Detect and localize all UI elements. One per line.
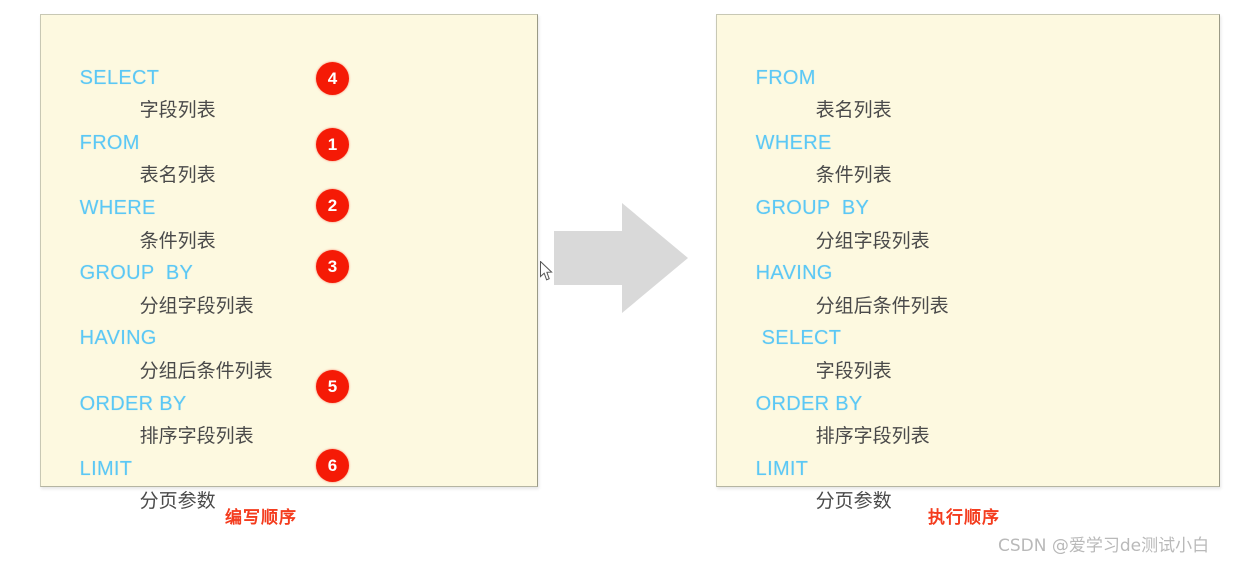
- execution-order-panel: FROM 表名列表 WHERE 条件列表 GROUP BY 分组字段列表 HAV…: [716, 14, 1220, 513]
- exec-value-from: 表名列表: [717, 62, 1219, 121]
- exec-line-select: SELECT: [717, 290, 1219, 349]
- sql-line-limit: LIMIT: [41, 420, 537, 480]
- sql-value-limit: 分页参数: [41, 453, 537, 512]
- order-badge-select: 4: [316, 62, 349, 95]
- exec-line-order-by: ORDER BY: [717, 355, 1219, 415]
- execution-order-sql-block: FROM 表名列表 WHERE 条件列表 GROUP BY 分组字段列表 HAV…: [717, 15, 1219, 513]
- exec-value-having: 分组后条件列表: [717, 257, 1219, 317]
- exec-value-where: 条件列表: [717, 127, 1219, 186]
- execution-order-caption: 执行顺序: [928, 508, 1000, 528]
- exec-value-label-limit: 分页参数: [815, 490, 892, 513]
- order-badge-order-by: 5: [316, 370, 349, 403]
- order-badge-where: 2: [316, 189, 349, 222]
- order-badge-limit: 6: [316, 449, 349, 482]
- write-order-panel: SELECT 字段列表 FROM 表名列表 WHERE 条件列表 GROUP B…: [40, 14, 538, 513]
- exec-line-where: WHERE: [717, 94, 1219, 154]
- sql-line-where: WHERE: [41, 159, 537, 219]
- sql-value-having: 分组后条件列表: [41, 322, 537, 382]
- sql-line-select: SELECT: [41, 29, 537, 89]
- write-order-sql-block: SELECT 字段列表 FROM 表名列表 WHERE 条件列表 GROUP B…: [41, 15, 537, 513]
- sql-line-order-by: ORDER BY: [41, 355, 537, 415]
- exec-line-from: FROM: [717, 29, 1219, 89]
- order-badge-group-by: 3: [316, 250, 349, 283]
- sql-value-where: 条件列表: [41, 192, 537, 252]
- right-arrow-icon: [554, 203, 688, 313]
- csdn-watermark: CSDN @爱学习de测试小白: [998, 536, 1210, 556]
- exec-value-group-by: 分组字段列表: [717, 192, 1219, 252]
- exec-value-order-by: 排序字段列表: [717, 388, 1219, 447]
- order-badge-from: 1: [316, 128, 349, 161]
- exec-value-limit: 分页参数: [717, 453, 1219, 512]
- write-order-caption: 编写顺序: [225, 508, 297, 528]
- sql-value-select: 字段列表: [41, 62, 537, 121]
- sql-line-having: HAVING: [41, 290, 537, 349]
- exec-line-limit: LIMIT: [717, 420, 1219, 480]
- sql-value-from: 表名列表: [41, 127, 537, 186]
- exec-line-group-by: GROUP BY: [717, 159, 1219, 219]
- sql-value-group-by: 分组字段列表: [41, 257, 537, 317]
- exec-value-select: 字段列表: [717, 322, 1219, 382]
- sql-line-group-by: GROUP BY: [41, 225, 537, 284]
- sql-line-from: FROM: [41, 94, 537, 154]
- sql-value-order-by: 排序字段列表: [41, 388, 537, 447]
- mouse-cursor-icon: [540, 261, 554, 282]
- sql-value-label-limit: 分页参数: [139, 490, 216, 513]
- exec-line-having: HAVING: [717, 225, 1219, 284]
